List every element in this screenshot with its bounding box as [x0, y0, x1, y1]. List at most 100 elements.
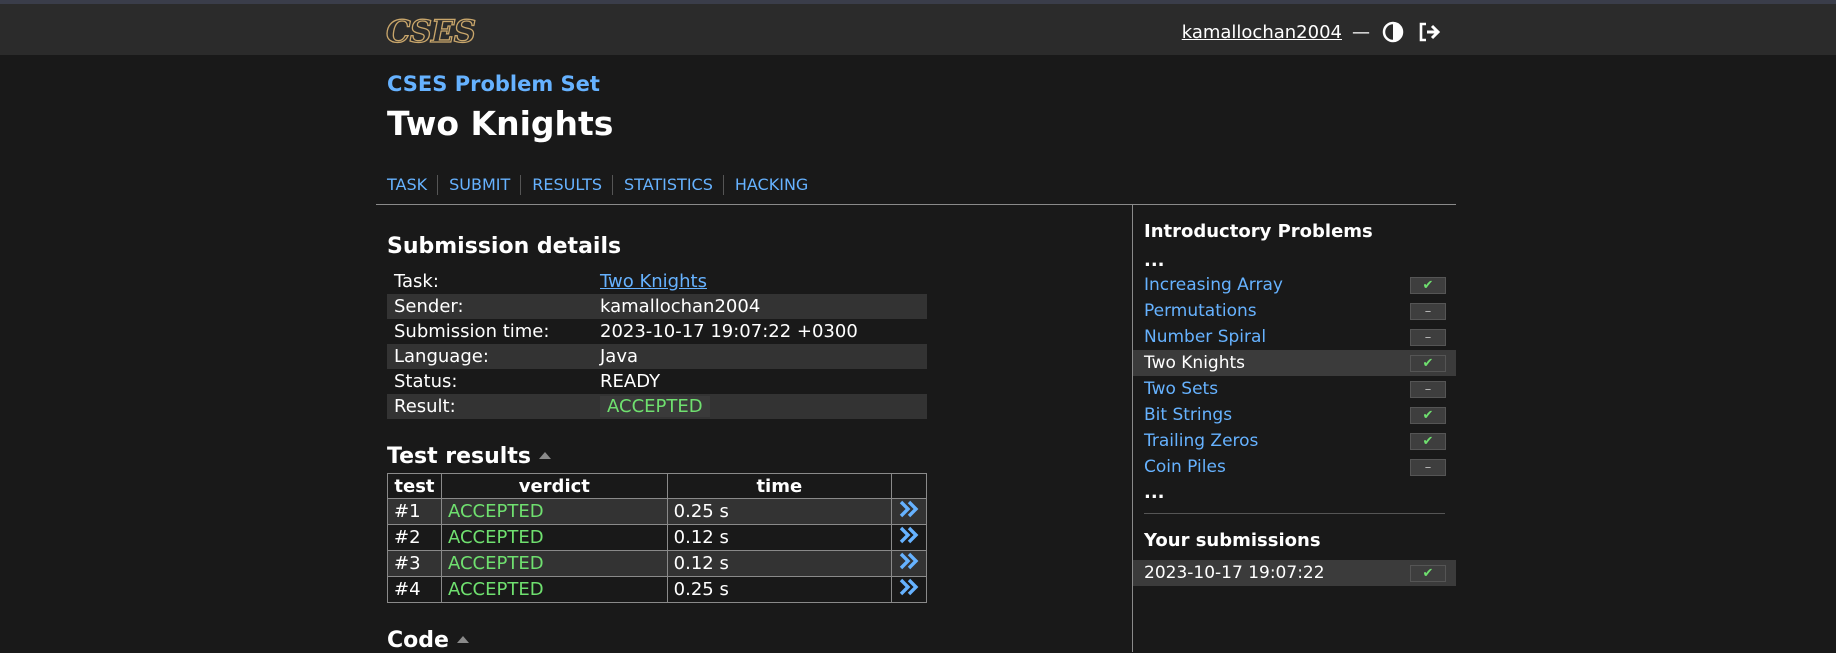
solved-check-icon: ✔	[1410, 354, 1446, 372]
tab-statistics[interactable]: STATISTICS	[612, 175, 723, 195]
unsolved-dash-icon: –	[1410, 380, 1446, 398]
problem-link[interactable]: Trailing Zeros	[1144, 431, 1258, 451]
submission-item[interactable]: 2023-10-17 19:07:22 ✔	[1133, 560, 1456, 586]
submission-details-table: Task: Two Knights Sender: kamallochan200…	[387, 269, 927, 419]
collapse-caret-icon[interactable]	[456, 636, 469, 643]
problem-item[interactable]: Trailing Zeros ✔	[1133, 428, 1456, 454]
view-test-icon[interactable]	[890, 498, 928, 525]
test-verdict: ACCEPTED	[440, 576, 668, 603]
problem-link[interactable]: Permutations	[1144, 301, 1257, 321]
column-header-details	[890, 473, 928, 499]
problem-item-current[interactable]: Two Knights ✔	[1133, 350, 1456, 376]
collapse-caret-icon[interactable]	[538, 452, 551, 459]
table-header-row: test verdict time	[387, 473, 928, 499]
test-number: #2	[387, 524, 442, 551]
problem-link[interactable]: Coin Piles	[1144, 457, 1226, 477]
sidebar-separator	[1144, 513, 1445, 514]
test-time: 0.12 s	[666, 524, 892, 551]
details-value: Two Knights	[593, 269, 927, 294]
test-time: 0.25 s	[666, 498, 892, 525]
unsolved-dash-icon: –	[1410, 302, 1446, 320]
tab-results[interactable]: RESULTS	[520, 175, 612, 195]
details-row: Language: Java	[387, 344, 927, 369]
test-number: #4	[387, 576, 442, 603]
solved-check-icon: ✔	[1410, 406, 1446, 424]
solved-check-icon: ✔	[1410, 432, 1446, 450]
cses-logo[interactable]: CSES	[385, 14, 476, 49]
problem-link[interactable]: Two Sets	[1144, 379, 1218, 399]
details-value: 2023-10-17 19:07:22 +0300	[600, 321, 858, 342]
problem-item[interactable]: Increasing Array ✔	[1133, 272, 1456, 298]
table-row: #4 ACCEPTED 0.25 s	[387, 576, 928, 603]
problem-item[interactable]: Coin Piles –	[1133, 454, 1456, 480]
result-badge: ACCEPTED	[600, 396, 710, 417]
test-results-table: test verdict time #1 ACCEPTED 0.25 s #2 …	[387, 473, 928, 603]
column-header-verdict: verdict	[440, 473, 668, 499]
table-row: #2 ACCEPTED 0.12 s	[387, 524, 928, 551]
submission-details-heading: Submission details	[387, 234, 622, 259]
tab-task[interactable]: TASK	[387, 175, 437, 195]
details-label: Language:	[387, 344, 593, 369]
submission-time: 2023-10-17 19:07:22	[1144, 563, 1325, 583]
code-heading[interactable]: Code	[387, 628, 469, 653]
submissions-list: 2023-10-17 19:07:22 ✔	[1133, 560, 1456, 586]
problem-name-current: Two Knights	[1144, 353, 1246, 373]
test-verdict: ACCEPTED	[440, 498, 668, 525]
details-label: Sender:	[387, 294, 593, 319]
username-link[interactable]: kamallochan2004	[1182, 22, 1342, 43]
page-title: Two Knights	[387, 104, 614, 143]
your-submissions-title: Your submissions	[1144, 530, 1321, 551]
view-test-icon[interactable]	[890, 550, 928, 577]
problem-link[interactable]: Number Spiral	[1144, 327, 1266, 347]
column-header-time: time	[666, 473, 892, 499]
table-row: #1 ACCEPTED 0.25 s	[387, 498, 928, 525]
details-label: Result:	[387, 394, 593, 419]
problem-link[interactable]: Bit Strings	[1144, 405, 1232, 425]
details-row: Sender: kamallochan2004	[387, 294, 927, 319]
separator-dash: —	[1352, 21, 1370, 43]
divider	[376, 204, 1456, 205]
details-row: Result: ACCEPTED	[387, 394, 927, 419]
problem-set-title[interactable]: CSES Problem Set	[387, 72, 600, 96]
test-results-label: Test results	[387, 444, 531, 469]
tab-hacking[interactable]: HACKING	[722, 175, 818, 195]
unsolved-dash-icon: –	[1410, 328, 1446, 346]
details-row: Status: READY	[387, 369, 927, 394]
sidebar-ellipsis-top: ...	[1144, 250, 1165, 271]
details-value: READY	[600, 371, 661, 392]
details-label: Submission time:	[394, 321, 550, 342]
details-value: ACCEPTED	[593, 394, 927, 419]
column-header-test: test	[387, 473, 442, 499]
details-value: kamallochan2004	[593, 294, 927, 319]
details-label: Status:	[394, 371, 458, 392]
test-time: 0.12 s	[666, 550, 892, 577]
logout-icon[interactable]	[1416, 19, 1442, 45]
details-row: Task: Two Knights	[387, 269, 927, 294]
details-label: Task:	[394, 271, 439, 292]
problem-item[interactable]: Bit Strings ✔	[1133, 402, 1456, 428]
problem-item[interactable]: Two Sets –	[1133, 376, 1456, 402]
theme-toggle-icon[interactable]	[1380, 19, 1406, 45]
problem-link[interactable]: Increasing Array	[1144, 275, 1283, 295]
problem-item[interactable]: Permutations –	[1133, 298, 1456, 324]
test-verdict: ACCEPTED	[440, 550, 668, 577]
top-bar: CSES kamallochan2004 —	[0, 0, 1836, 55]
code-heading-label: Code	[387, 628, 449, 653]
task-nav: TASK SUBMIT RESULTS STATISTICS HACKING	[387, 175, 818, 195]
problem-list: Increasing Array ✔ Permutations – Number…	[1133, 272, 1456, 480]
test-results-heading[interactable]: Test results	[387, 444, 551, 469]
test-verdict: ACCEPTED	[440, 524, 668, 551]
problem-item[interactable]: Number Spiral –	[1133, 324, 1456, 350]
solved-check-icon: ✔	[1410, 564, 1446, 582]
test-number: #1	[387, 498, 442, 525]
view-test-icon[interactable]	[890, 576, 928, 603]
tab-submit[interactable]: SUBMIT	[437, 175, 520, 195]
user-area: kamallochan2004 —	[1182, 17, 1442, 47]
solved-check-icon: ✔	[1410, 276, 1446, 294]
table-row: #3 ACCEPTED 0.12 s	[387, 550, 928, 577]
details-row: Submission time: 2023-10-17 19:07:22 +03…	[387, 319, 927, 344]
sidebar-section-title: Introductory Problems	[1144, 221, 1373, 242]
test-time: 0.25 s	[666, 576, 892, 603]
task-link[interactable]: Two Knights	[600, 271, 707, 292]
view-test-icon[interactable]	[890, 524, 928, 551]
